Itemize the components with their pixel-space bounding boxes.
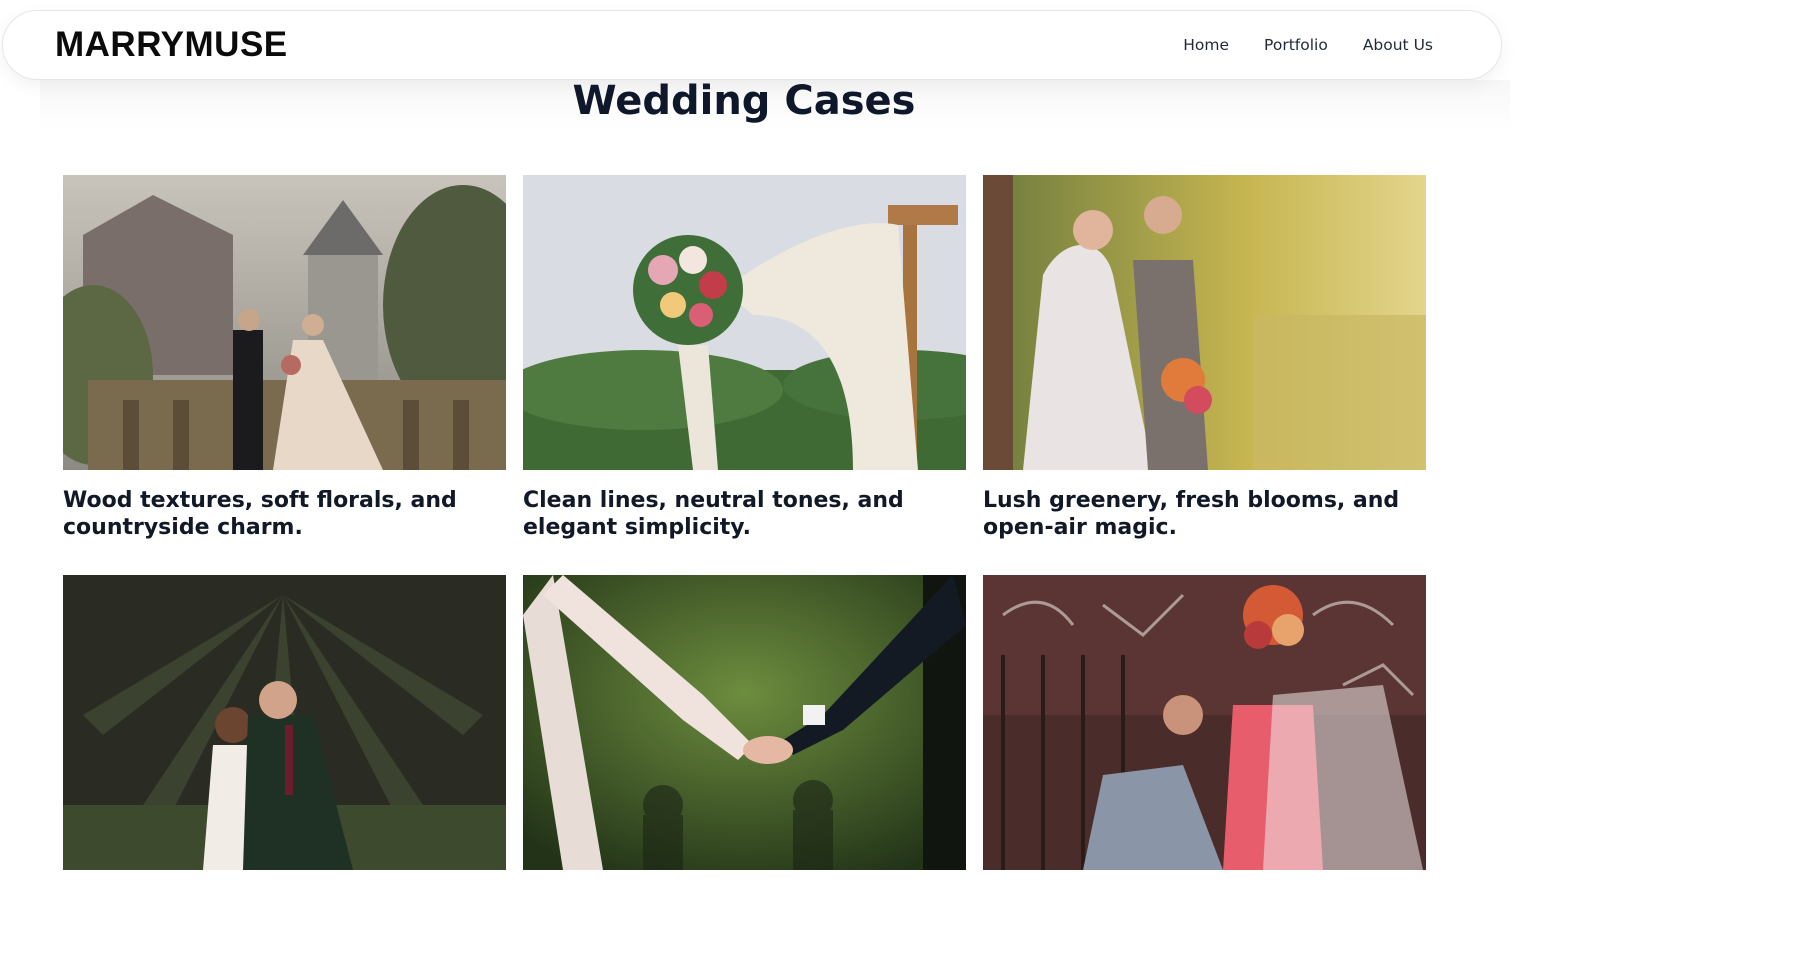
case-image-lake-couple[interactable] xyxy=(983,175,1426,470)
case-image-graffiti-couple[interactable] xyxy=(983,575,1426,870)
castle-couple-photo xyxy=(63,175,506,470)
palm-couple-photo xyxy=(63,575,506,870)
case-image-palm-couple[interactable] xyxy=(63,575,506,870)
case-caption: Lush greenery, fresh blooms, and open-ai… xyxy=(983,488,1400,540)
nav-link-about-us[interactable]: About Us xyxy=(1363,36,1433,54)
case-image-holding-hands[interactable] xyxy=(523,575,966,870)
case-caption xyxy=(523,887,966,941)
holding-hands-photo xyxy=(523,575,966,870)
main-nav: Home Portfolio About Us xyxy=(1183,36,1433,54)
bouquet-arch-photo xyxy=(523,175,966,470)
brand-logo[interactable]: MARRYMUSE xyxy=(55,25,288,65)
page: MARRYMUSE Home Portfolio About Us Weddin… xyxy=(0,0,1795,967)
case-caption: Wood textures, soft florals, and country… xyxy=(63,488,457,540)
case-card[interactable]: Clean lines, neutral tones, and elegant … xyxy=(523,175,966,541)
graffiti-couple-photo xyxy=(983,575,1426,870)
case-image-bouquet-arch[interactable] xyxy=(523,175,966,470)
nav-link-home[interactable]: Home xyxy=(1183,36,1229,54)
case-card[interactable]: Wood textures, soft florals, and country… xyxy=(63,175,506,541)
case-image-castle-couple[interactable] xyxy=(63,175,506,470)
case-card[interactable] xyxy=(523,575,966,941)
lake-couple-photo xyxy=(983,175,1426,470)
case-card[interactable]: Lush greenery, fresh blooms, and open-ai… xyxy=(983,175,1426,541)
case-caption xyxy=(983,887,1426,941)
case-card[interactable] xyxy=(63,575,506,941)
section-title: Wedding Cases xyxy=(572,78,916,124)
case-caption: Clean lines, neutral tones, and elegant … xyxy=(523,488,904,540)
top-navbar: MARRYMUSE Home Portfolio About Us xyxy=(2,10,1502,80)
nav-link-portfolio[interactable]: Portfolio xyxy=(1264,36,1328,54)
wedding-cases-grid: Wood textures, soft florals, and country… xyxy=(63,175,1427,941)
case-card[interactable] xyxy=(983,575,1426,941)
case-caption xyxy=(63,887,506,941)
